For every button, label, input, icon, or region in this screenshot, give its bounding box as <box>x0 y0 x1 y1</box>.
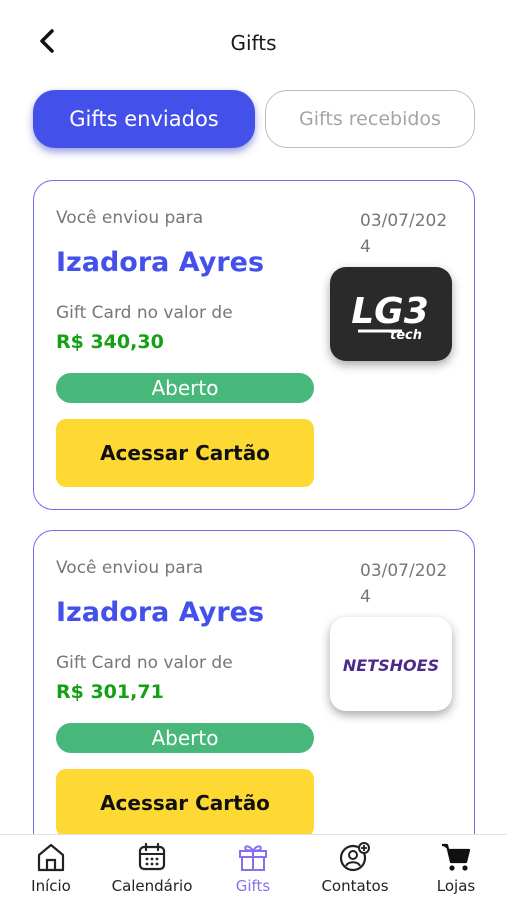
header: Gifts <box>0 0 507 85</box>
sent-to-label: Você enviou para <box>56 558 204 578</box>
nav-label: Início <box>31 877 71 895</box>
status-badge: Aberto <box>56 373 314 403</box>
nav-item-contatos[interactable]: Contatos <box>313 835 397 900</box>
store-logo-netshoes: NETSHOES <box>330 617 452 711</box>
gift-tabs: Gifts enviados Gifts recebidos <box>33 90 475 150</box>
nav-item-lojas[interactable]: Lojas <box>428 835 484 900</box>
gift-card: Você enviou para 03/07/2024 Izadora Ayre… <box>33 180 475 510</box>
access-card-button[interactable]: Acessar Cartão <box>56 419 314 487</box>
value-label: Gift Card no valor de <box>56 653 233 673</box>
nav-item-calendario[interactable]: Calendário <box>104 835 200 900</box>
gift-icon <box>239 845 267 871</box>
bottom-nav: Início Calendário Gifts Contatos Lojas <box>0 834 507 900</box>
nav-label: Calendário <box>111 877 193 895</box>
access-card-button[interactable]: Acessar Cartão <box>56 769 314 835</box>
store-logo-lg3-text: LG3 <box>351 291 429 332</box>
store-logo-lg3: LG3 tech <box>330 267 452 361</box>
nav-item-inicio[interactable]: Início <box>22 835 80 900</box>
gift-card: Você enviou para 03/07/2024 Izadora Ayre… <box>33 530 475 835</box>
value-label: Gift Card no valor de <box>56 303 233 323</box>
tab-gifts-sent[interactable]: Gifts enviados <box>33 90 255 148</box>
sent-to-label: Você enviou para <box>56 208 204 228</box>
tab-gifts-received[interactable]: Gifts recebidos <box>265 90 475 148</box>
page-title: Gifts <box>230 31 277 55</box>
store-logo-lg3-subtext: tech <box>390 328 422 343</box>
nav-label: Contatos <box>321 877 389 895</box>
gift-amount: R$ 340,30 <box>56 331 164 353</box>
calendar-icon <box>138 842 166 871</box>
gift-date: 03/07/2024 <box>360 211 448 257</box>
recipient-name: Izadora Ayres <box>56 597 265 628</box>
home-icon <box>37 843 65 872</box>
gift-date: 03/07/2024 <box>360 561 448 607</box>
store-logo-netshoes-text: NETSHOES <box>343 656 439 675</box>
contacts-icon <box>339 842 370 872</box>
nav-label: Gifts <box>235 877 271 895</box>
gift-amount: R$ 301,71 <box>56 681 164 703</box>
recipient-name: Izadora Ayres <box>56 247 265 278</box>
nav-label: Lojas <box>436 877 476 895</box>
nav-item-gifts[interactable]: Gifts <box>224 835 282 900</box>
gift-list[interactable]: Você enviou para 03/07/2024 Izadora Ayre… <box>33 180 475 835</box>
status-badge: Aberto <box>56 723 314 753</box>
cart-icon <box>442 843 471 871</box>
